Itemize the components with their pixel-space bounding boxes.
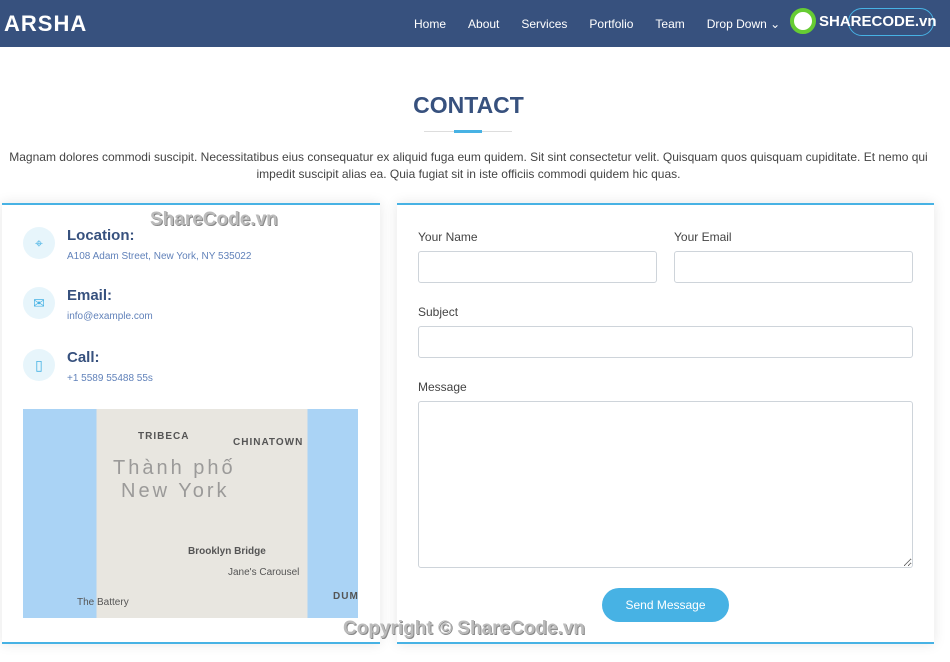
nav-team[interactable]: Team	[655, 17, 684, 31]
send-message-button[interactable]: Send Message	[602, 588, 729, 622]
subject-input[interactable]	[418, 326, 913, 358]
subject-label: Subject	[418, 305, 459, 319]
map-label: DUM	[333, 591, 358, 602]
chevron-down-icon: ⌄	[770, 16, 781, 31]
map-label: TRIBECA	[138, 431, 190, 442]
section-intro: Magnam dolores commodi suscipit. Necessi…	[9, 150, 928, 181]
name-input[interactable]	[418, 251, 657, 283]
location-text: A108 Adam Street, New York, NY 535022	[67, 251, 252, 262]
sharecode-logo-icon	[790, 8, 816, 34]
google-map[interactable]: TRIBECA CHINATOWN Thành phố New York Bro…	[23, 409, 358, 618]
map-label: Jane's Carousel	[228, 567, 300, 578]
email-input[interactable]	[674, 251, 913, 283]
title-accent	[454, 130, 482, 133]
email-title: Email:	[67, 287, 113, 304]
name-label: Your Name	[418, 230, 478, 244]
sharecode-logo-text: SHARECODE.vn	[819, 12, 937, 30]
contact-form: Your Name Your Email Subject Message Sen…	[397, 203, 934, 644]
nav-menu: Home About Services Portfolio Team Drop …	[414, 0, 802, 47]
map-label: The Battery	[77, 597, 129, 608]
call-text[interactable]: +1 5589 55488 55s	[67, 373, 153, 384]
nav-about[interactable]: About	[468, 17, 499, 31]
map-label: Thành phố	[113, 457, 236, 479]
watermark-copyright: Copyright © ShareCode.vn	[343, 618, 586, 639]
nav-dropdown[interactable]: Drop Down ⌄	[707, 17, 780, 31]
call-title: Call:	[67, 349, 100, 366]
sharecode-logo: SHARECODE.vn	[790, 8, 937, 34]
email-text[interactable]: info@example.com	[67, 311, 153, 322]
email-label: Your Email	[674, 230, 732, 244]
nav-services[interactable]: Services	[521, 17, 567, 31]
message-textarea[interactable]	[418, 401, 913, 568]
map-pin-icon: ⌖	[23, 227, 55, 259]
location-title: Location:	[67, 227, 135, 244]
nav-portfolio[interactable]: Portfolio	[589, 17, 633, 31]
contact-info-card: ⌖ Location: A108 Adam Street, New York, …	[2, 203, 380, 644]
site-logo[interactable]: ARSHA	[4, 11, 87, 37]
section-title: CONTACT	[413, 92, 524, 118]
map-label: Brooklyn Bridge	[188, 546, 266, 557]
message-label: Message	[418, 380, 467, 394]
map-label: New York	[121, 480, 230, 502]
envelope-icon: ✉	[23, 287, 55, 319]
navbar: ARSHA Home About Services Portfolio Team…	[0, 0, 950, 47]
dropdown-label: Drop Down	[706, 16, 767, 31]
watermark: ShareCode.vn	[150, 209, 278, 230]
phone-icon: ▯	[23, 349, 55, 381]
nav-home[interactable]: Home	[414, 17, 446, 31]
map-label: CHINATOWN	[233, 437, 304, 448]
